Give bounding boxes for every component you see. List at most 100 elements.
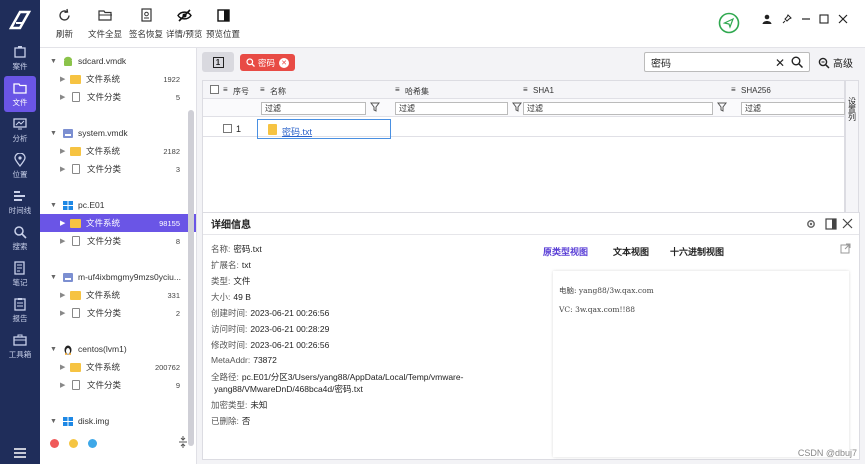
chevron-right-icon[interactable]: ▶: [60, 75, 70, 83]
tree-device-sdcard[interactable]: ▼ sdcard.vmdk: [40, 52, 196, 70]
tree-item-filesystem-selected[interactable]: ▶ 文件系统 98155: [40, 214, 196, 232]
chevron-right-icon[interactable]: ▶: [60, 165, 70, 173]
column-hashset[interactable]: 哈希集: [405, 86, 429, 97]
table-row[interactable]: 1 密码.txt: [203, 119, 844, 139]
nav-case-label: 案件: [12, 61, 28, 71]
nav-timeline[interactable]: 时间线: [0, 184, 40, 220]
tree-item-category[interactable]: ▶ 文件分类 8: [40, 232, 196, 250]
tree-scrollbar[interactable]: [188, 110, 194, 446]
tab-number[interactable]: 1: [202, 52, 234, 72]
chevron-down-icon[interactable]: ▼: [50, 202, 60, 209]
column-name[interactable]: 名称: [270, 86, 286, 97]
filter-hashset-input[interactable]: 过滤: [395, 102, 508, 115]
chevron-down-icon[interactable]: ▼: [50, 346, 60, 353]
tree-item-filesystem[interactable]: ▶ 文件系统 1922: [40, 70, 196, 88]
select-all-checkbox[interactable]: [210, 85, 219, 94]
maximize-icon: [819, 14, 829, 24]
nav-search[interactable]: 搜索: [0, 220, 40, 256]
expand-all-button[interactable]: 文件全显: [88, 8, 122, 40]
detail-preview-button[interactable]: 详情/预览: [166, 8, 202, 40]
tree-item-category[interactable]: ▶ 文件分类 9: [40, 376, 196, 394]
tree-device-m-uf4[interactable]: ▼ m-uf4ixbmgmy9mzs0yciu...: [40, 268, 196, 286]
nav-analysis[interactable]: 分析: [0, 112, 40, 148]
chevron-right-icon[interactable]: ▶: [60, 219, 70, 227]
row-checkbox[interactable]: [223, 124, 232, 133]
tree-item-category[interactable]: ▶ 文件分类 2: [40, 304, 196, 322]
column-sha1[interactable]: SHA1: [533, 86, 554, 95]
nav-note[interactable]: 笔记: [0, 256, 40, 292]
clear-icon[interactable]: ✕: [775, 56, 785, 70]
chevron-down-icon[interactable]: ▼: [50, 418, 60, 425]
filter-sha256-input[interactable]: 过滤: [741, 102, 845, 115]
nav-file[interactable]: 文件: [4, 76, 36, 112]
filter-sha1-input[interactable]: 过滤: [523, 102, 713, 115]
search-icon[interactable]: [791, 56, 803, 68]
nav-case[interactable]: 案件: [0, 40, 40, 76]
menu-button[interactable]: [0, 448, 40, 458]
tree-item-filesystem[interactable]: ▶ 文件系统 2182: [40, 142, 196, 160]
search-input[interactable]: 密码 ✕: [644, 52, 810, 72]
location-icon: [14, 152, 26, 167]
close-window-button[interactable]: [838, 14, 848, 24]
open-external-button[interactable]: [840, 243, 851, 256]
chevron-down-icon[interactable]: ▼: [50, 130, 60, 137]
panel-toggle-button[interactable]: [825, 218, 837, 232]
column-menu-icon[interactable]: ≡: [523, 85, 528, 94]
chevron-down-icon[interactable]: ▼: [50, 274, 60, 281]
tree-item-filesystem[interactable]: ▶ 文件系统 200762: [40, 358, 196, 376]
filter-icon[interactable]: [512, 102, 522, 114]
chevron-right-icon[interactable]: ▶: [60, 363, 70, 371]
device-name: system.vmdk: [78, 128, 128, 138]
column-menu-icon[interactable]: ≡: [731, 85, 736, 94]
tree-device-disk-img[interactable]: ▼ disk.img: [40, 412, 196, 430]
tree-item-category[interactable]: ▶ 文件分类 5: [40, 88, 196, 106]
preview-position-button[interactable]: 预览位置: [206, 8, 240, 40]
pin-button[interactable]: [782, 14, 792, 24]
chevron-right-icon[interactable]: ▶: [60, 93, 70, 101]
tab-hex-view[interactable]: 十六进制视图: [670, 245, 724, 258]
chevron-right-icon[interactable]: ▶: [60, 237, 70, 245]
maximize-button[interactable]: [819, 14, 829, 24]
yellow-dot: [69, 439, 78, 448]
remove-tag-button[interactable]: ✕: [279, 57, 290, 68]
detail-preview-label: 详情/预览: [166, 29, 203, 39]
detail-title: 详细信息: [203, 213, 859, 235]
chevron-right-icon[interactable]: ▶: [60, 147, 70, 155]
nav-toolbox[interactable]: 工具箱: [0, 328, 40, 364]
collapse-button[interactable]: [178, 436, 188, 450]
search-tag[interactable]: 密码 ✕: [240, 54, 296, 71]
chevron-right-icon[interactable]: ▶: [60, 381, 70, 389]
row-name-cell[interactable]: 密码.txt: [257, 119, 391, 139]
field-deleted: 已删除: 否: [211, 416, 251, 426]
minimize-button[interactable]: [801, 14, 811, 24]
column-index[interactable]: 序号: [233, 86, 249, 97]
column-sha256[interactable]: SHA256: [741, 86, 771, 95]
column-menu-icon[interactable]: ≡: [260, 85, 265, 94]
filter-icon[interactable]: [717, 102, 727, 114]
refresh-button[interactable]: 刷新: [56, 8, 73, 40]
column-menu-icon[interactable]: ≡: [223, 85, 228, 94]
row-file-name[interactable]: 密码.txt: [282, 125, 312, 138]
tab-text-view[interactable]: 文本视图: [613, 245, 649, 258]
tree-device-pc[interactable]: ▼ pc.E01: [40, 196, 196, 214]
tree-device-system[interactable]: ▼ system.vmdk: [40, 124, 196, 142]
filter-icon[interactable]: [370, 102, 380, 114]
send-button[interactable]: [718, 12, 740, 34]
advanced-search-button[interactable]: 高级: [818, 55, 853, 70]
folder-icon: [13, 82, 27, 94]
nav-location[interactable]: 位置: [0, 148, 40, 184]
close-detail-button[interactable]: [842, 218, 853, 231]
chevron-right-icon[interactable]: ▶: [60, 291, 70, 299]
tab-original-view[interactable]: 原类型视图: [543, 245, 588, 258]
tree-device-centos[interactable]: ▼ centos(lvm1): [40, 340, 196, 358]
nav-report[interactable]: 报告: [0, 292, 40, 328]
chevron-down-icon[interactable]: ▼: [50, 58, 60, 65]
tree-item-filesystem[interactable]: ▶ 文件系统 331: [40, 286, 196, 304]
user-button[interactable]: [762, 14, 772, 24]
settings-button[interactable]: [805, 218, 817, 232]
sign-restore-button[interactable]: 签名恢复: [129, 8, 163, 40]
tree-item-category[interactable]: ▶ 文件分类 3: [40, 160, 196, 178]
column-menu-icon[interactable]: ≡: [395, 85, 400, 94]
filter-name-input[interactable]: 过滤: [261, 102, 366, 115]
chevron-right-icon[interactable]: ▶: [60, 309, 70, 317]
